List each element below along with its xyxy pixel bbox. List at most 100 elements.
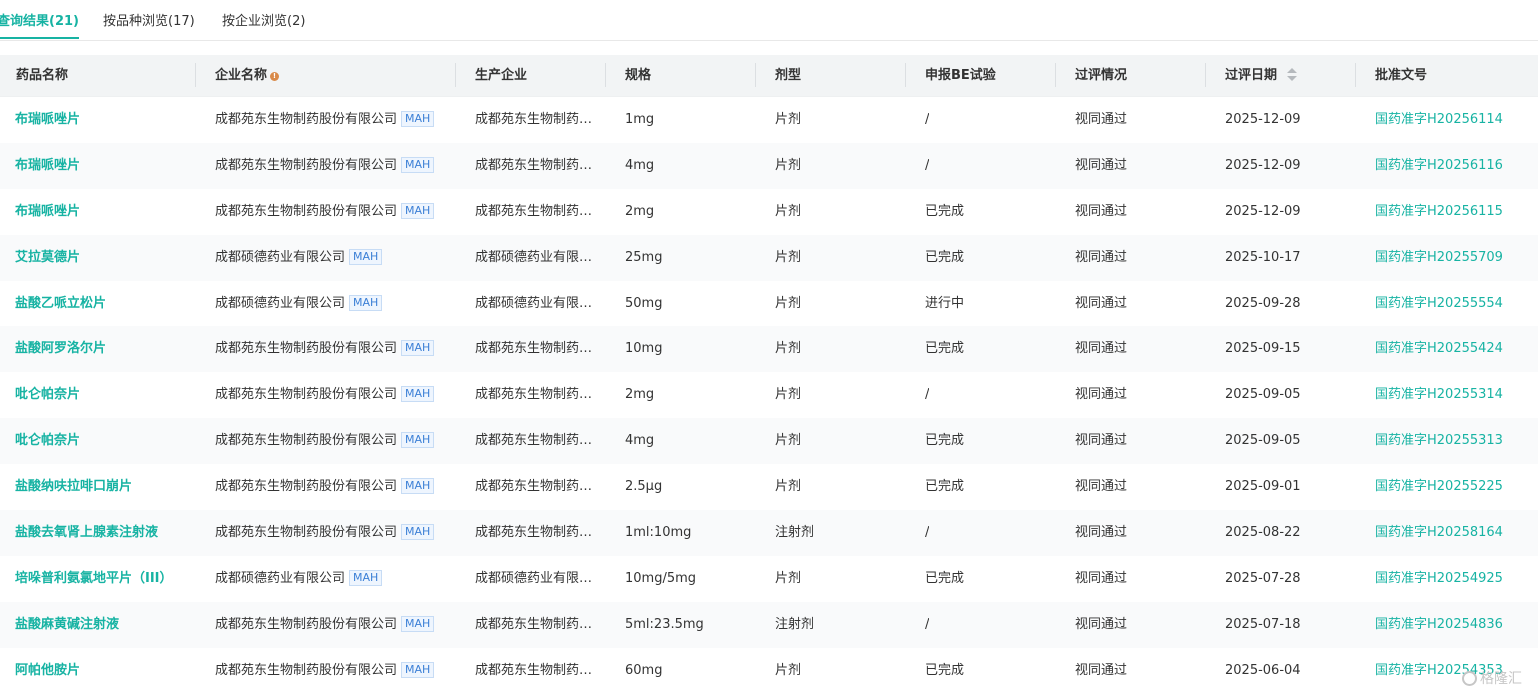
approval-number-link[interactable]: 国药准字H20256115 [1375, 189, 1503, 234]
drug-name-link[interactable]: 阿帕他胺片 [15, 648, 80, 693]
mah-badge: MAH [401, 386, 435, 403]
be-trial-status: 已完成 [925, 662, 965, 678]
mah-badge: MAH [349, 294, 383, 311]
dosage-form: 片剂 [775, 203, 802, 219]
review-status: 视同通过 [1075, 387, 1128, 403]
table-row[interactable]: 艾拉莫德片 成都硕德药业有限公司 MAH 成都硕德药业有限… 25mg 片剂 已完成 视同通过… [0, 234, 1538, 281]
header-approval-number[interactable]: 批准文号 [1375, 55, 1427, 96]
tab-browse-by-variety[interactable]: 按品种浏览(17) [103, 0, 195, 39]
approval-number-link[interactable]: 国药准字H20254836 [1375, 602, 1503, 647]
review-date: 2025-07-18 [1225, 616, 1301, 632]
producer-name: 成都硕德药业有限… [475, 295, 593, 311]
approval-number-link[interactable]: 国药准字H20255313 [1375, 418, 1503, 463]
drug-name-link[interactable]: 盐酸麻黄碱注射液 [15, 602, 119, 647]
table-row[interactable]: 盐酸乙哌立松片 成都硕德药业有限公司 MAH 成都硕德药业有限… 50mg 片剂 进行中 视同… [0, 281, 1538, 327]
review-status: 视同通过 [1075, 203, 1128, 219]
producer-name: 成都苑东生物制药… [475, 341, 593, 357]
company-name: 成都苑东生物制药股份有限公司 MAH [215, 372, 435, 417]
be-trial-status: / [925, 387, 930, 403]
column-divider[interactable] [1355, 63, 1356, 87]
mah-badge: MAH [401, 615, 435, 632]
be-trial-status: 已完成 [925, 249, 965, 265]
header-review-date[interactable]: 过评日期 [1225, 55, 1277, 96]
header-dosage-form[interactable]: 剂型 [775, 55, 801, 96]
review-date: 2025-07-28 [1225, 570, 1301, 586]
review-date: 2025-10-17 [1225, 249, 1301, 265]
info-icon[interactable]: ! [270, 72, 280, 81]
spec-value: 10mg [625, 341, 663, 357]
drug-name-link[interactable]: 布瑞哌唑片 [15, 189, 80, 234]
tab-browse-by-company[interactable]: 按企业浏览(2) [222, 0, 305, 39]
approval-number-link[interactable]: 国药准字H20255424 [1375, 326, 1503, 371]
approval-number-link[interactable]: 国药准字H20255709 [1375, 235, 1503, 280]
approval-number-link[interactable]: 国药准字H20256114 [1375, 97, 1503, 142]
table-row[interactable]: 布瑞哌唑片 成都苑东生物制药股份有限公司 MAH 成都苑东生物制药… 2mg 片剂 已完成 视… [0, 189, 1538, 235]
header-review-status[interactable]: 过评情况 [1075, 55, 1127, 96]
producer-name: 成都苑东生物制药… [475, 616, 593, 632]
column-divider[interactable] [195, 63, 196, 87]
mah-badge: MAH [401, 202, 435, 219]
header-be-trial[interactable]: 申报BE试验 [925, 55, 996, 96]
producer-name: 成都苑东生物制药… [475, 662, 593, 678]
mah-badge: MAH [401, 524, 435, 541]
drug-name-link[interactable]: 吡仑帕奈片 [15, 372, 80, 417]
table-row[interactable]: 盐酸去氧肾上腺素注射液 成都苑东生物制药股份有限公司 MAH 成都苑东生物制药… 1ml… [0, 510, 1538, 556]
column-divider[interactable] [605, 63, 606, 87]
column-divider[interactable] [1055, 63, 1056, 87]
column-divider[interactable] [455, 63, 456, 87]
table-row[interactable]: 盐酸麻黄碱注射液 成都苑东生物制药股份有限公司 MAH 成都苑东生物制药… 5ml:23… [0, 601, 1538, 648]
drug-name-link[interactable]: 布瑞哌唑片 [15, 143, 80, 188]
table-row[interactable]: 盐酸纳呋拉啡口崩片 成都苑东生物制药股份有限公司 MAH 成都苑东生物制药… 2.5μg… [0, 464, 1538, 510]
tab-query-results[interactable]: 查询结果(21) [0, 0, 79, 39]
header-spec[interactable]: 规格 [625, 55, 651, 96]
mah-badge: MAH [349, 248, 383, 265]
dosage-form: 注射剂 [775, 525, 815, 541]
review-status: 视同通过 [1075, 157, 1128, 173]
review-date: 2025-12-09 [1225, 203, 1301, 219]
approval-number-link[interactable]: 国药准字H20255225 [1375, 464, 1503, 509]
approval-number-link[interactable]: 国药准字H20258164 [1375, 510, 1503, 555]
mah-badge: MAH [401, 156, 435, 173]
table-row[interactable]: 布瑞哌唑片 成都苑东生物制药股份有限公司 MAH 成都苑东生物制药… 4mg 片剂 / 视同通… [0, 142, 1538, 189]
dosage-form: 片剂 [775, 479, 802, 495]
column-divider[interactable] [1205, 63, 1206, 87]
table-row[interactable]: 布瑞哌唑片 成都苑东生物制药股份有限公司 MAH 成都苑东生物制药… 1mg 片剂 / 视同通… [0, 97, 1538, 143]
be-trial-status: / [925, 525, 930, 541]
header-drug-name[interactable]: 药品名称 [16, 55, 68, 96]
drug-name-link[interactable]: 盐酸纳呋拉啡口崩片 [15, 464, 132, 509]
column-divider[interactable] [905, 63, 906, 87]
be-trial-status: 已完成 [925, 433, 965, 449]
table-row[interactable]: 盐酸阿罗洛尔片 成都苑东生物制药股份有限公司 MAH 成都苑东生物制药… 10mg 片剂 已… [0, 326, 1538, 373]
drug-name-link[interactable]: 盐酸阿罗洛尔片 [15, 326, 106, 371]
table-row[interactable]: 吡仑帕奈片 成都苑东生物制药股份有限公司 MAH 成都苑东生物制药… 4mg 片剂 已完成 视… [0, 418, 1538, 465]
dosage-form: 片剂 [775, 570, 802, 586]
drug-name-link[interactable]: 盐酸乙哌立松片 [15, 281, 106, 326]
table-row[interactable]: 培哚普利氨氯地平片（III） 成都硕德药业有限公司 MAH 成都硕德药业有限… 10mg… [0, 556, 1538, 602]
header-producer[interactable]: 生产企业 [475, 55, 527, 96]
table-row[interactable]: 阿帕他胺片 成都苑东生物制药股份有限公司 MAH 成都苑东生物制药… 60mg 片剂 已完成… [0, 648, 1538, 694]
drug-name-link[interactable]: 吡仑帕奈片 [15, 418, 80, 463]
review-date: 2025-09-05 [1225, 387, 1301, 403]
company-name: 成都苑东生物制药股份有限公司 MAH [215, 602, 435, 647]
table-row[interactable]: 吡仑帕奈片 成都苑东生物制药股份有限公司 MAH 成都苑东生物制药… 2mg 片剂 / 视同通… [0, 372, 1538, 418]
approval-number-link[interactable]: 国药准字H20255314 [1375, 372, 1503, 417]
be-trial-status: / [925, 616, 930, 632]
column-divider[interactable] [755, 63, 756, 87]
dosage-form: 片剂 [775, 157, 802, 173]
drug-name-link[interactable]: 布瑞哌唑片 [15, 97, 80, 142]
drug-name-link[interactable]: 培哚普利氨氯地平片（III） [15, 556, 173, 601]
drug-name-link[interactable]: 艾拉莫德片 [15, 235, 80, 280]
dosage-form: 注射剂 [775, 616, 815, 632]
approval-number-link[interactable]: 国药准字H20254925 [1375, 556, 1503, 601]
approval-number-link[interactable]: 国药准字H20255554 [1375, 281, 1503, 326]
sort-icon[interactable] [1287, 68, 1297, 84]
approval-number-link[interactable]: 国药准字H20256116 [1375, 143, 1503, 188]
be-trial-status: / [925, 157, 930, 173]
producer-name: 成都苑东生物制药… [475, 157, 593, 173]
review-date: 2025-12-09 [1225, 112, 1301, 127]
be-trial-status: 已完成 [925, 479, 965, 495]
review-date: 2025-09-01 [1225, 479, 1301, 495]
header-company-name[interactable]: 企业名称! [215, 55, 280, 96]
producer-name: 成都苑东生物制药… [475, 203, 593, 219]
drug-name-link[interactable]: 盐酸去氧肾上腺素注射液 [15, 510, 158, 555]
